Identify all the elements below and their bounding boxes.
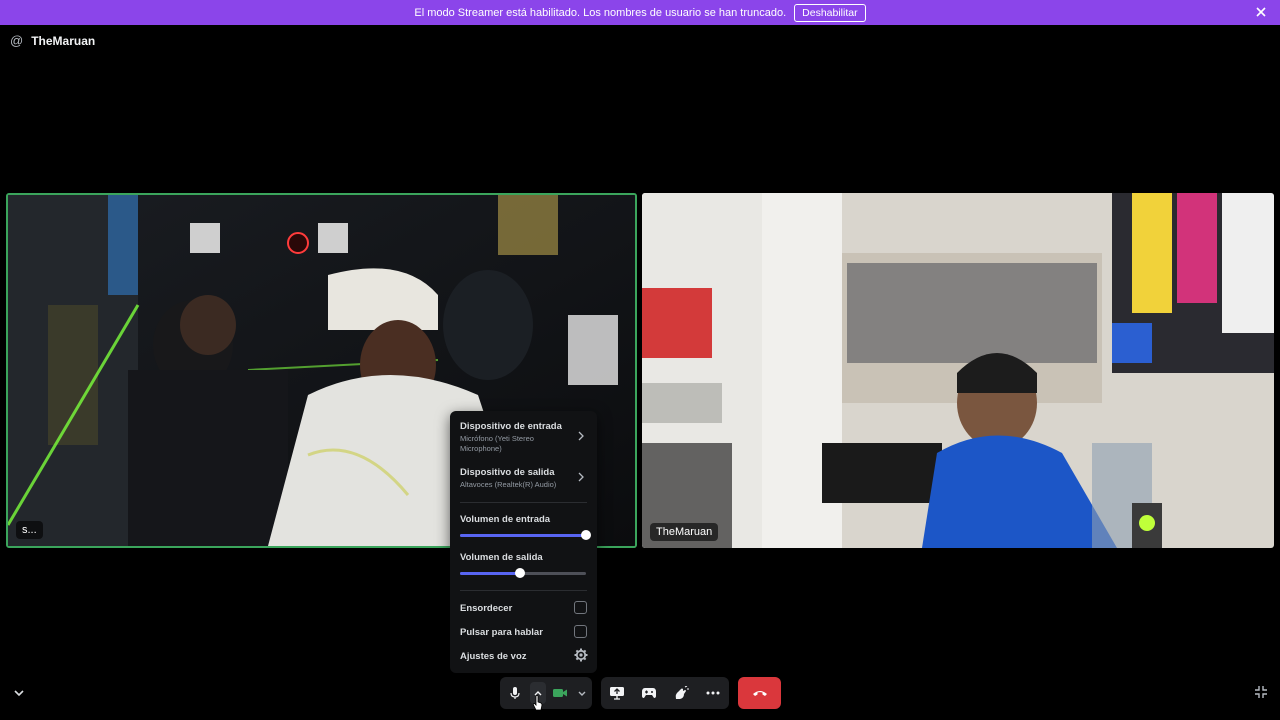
voice-settings-label: Ajustes de voz [460, 651, 527, 662]
gear-icon[interactable] [574, 648, 588, 662]
voice-settings-item[interactable]: Ajustes de voz [460, 648, 588, 662]
more-icon [706, 691, 720, 695]
at-icon: @ [10, 33, 24, 48]
chevron-right-icon [578, 472, 584, 482]
disable-streamer-button[interactable]: Deshabilitar [794, 3, 866, 22]
input-volume-fill [460, 534, 586, 537]
camera-icon [553, 689, 567, 697]
audio-settings-menu: Dispositivo de entrada Micrófono (Yeti S… [450, 411, 597, 673]
input-volume-label: Volumen de entrada [460, 514, 551, 525]
video-stream-right [642, 193, 1274, 548]
input-volume-knob[interactable] [581, 530, 591, 540]
channel-header: @ TheMaruan [10, 33, 95, 48]
input-device-title: Dispositivo de entrada [460, 421, 562, 432]
output-device-title: Dispositivo de salida [460, 467, 555, 478]
push-to-talk-label: Pulsar para hablar [460, 627, 543, 638]
push-to-talk-item[interactable]: Pulsar para hablar [460, 625, 587, 638]
deafen-checkbox[interactable] [574, 601, 587, 614]
participant-name-left: s... [16, 521, 43, 539]
channel-name: TheMaruan [31, 33, 96, 48]
hangup-icon [752, 691, 767, 696]
chevron-down-icon[interactable] [12, 686, 26, 700]
input-volume-label-row: Volumen de entrada [460, 514, 587, 525]
output-volume-slider[interactable] [460, 568, 586, 578]
output-volume-fill [460, 572, 521, 575]
screen-share-icon [610, 687, 624, 700]
video-options-button[interactable] [574, 677, 590, 709]
microphone-button[interactable] [500, 677, 530, 709]
chevron-right-icon [578, 431, 584, 441]
deafen-item[interactable]: Ensordecer [460, 601, 587, 614]
output-volume-label-row: Volumen de salida [460, 552, 587, 563]
menu-separator [460, 502, 587, 503]
screen-share-button[interactable] [601, 677, 633, 709]
video-tile-right[interactable]: TheMaruan [642, 193, 1274, 548]
deafen-label: Ensordecer [460, 603, 513, 614]
activity-controls [601, 677, 729, 709]
streamer-mode-banner: El modo Streamer está habilitado. Los no… [0, 0, 1280, 25]
input-device-item[interactable]: Dispositivo de entrada Micrófono (Yeti S… [460, 421, 587, 454]
participant-name-right: TheMaruan [650, 523, 719, 541]
disconnect-button[interactable] [738, 677, 781, 709]
close-icon[interactable] [1254, 5, 1268, 19]
mouse-cursor-icon [533, 695, 543, 711]
audio-video-controls [500, 677, 592, 709]
output-device-item[interactable]: Dispositivo de salida Altavoces (Realtek… [460, 467, 587, 490]
soundboard-button[interactable] [665, 677, 697, 709]
input-device-value: Micrófono (Yeti Stereo Microphone) [460, 434, 534, 453]
camera-button[interactable] [546, 677, 574, 709]
input-volume-slider[interactable] [460, 530, 591, 540]
output-device-value: Altavoces (Realtek(R) Audio) [460, 480, 557, 489]
fullscreen-icon[interactable] [1254, 685, 1268, 699]
activity-icon [642, 688, 656, 698]
soundboard-icon [675, 686, 689, 699]
push-to-talk-checkbox[interactable] [574, 625, 587, 638]
activity-button[interactable] [633, 677, 665, 709]
chevron-down-icon [578, 691, 586, 696]
banner-message: El modo Streamer está habilitado. Los no… [414, 6, 787, 19]
output-volume-label: Volumen de salida [460, 552, 543, 563]
microphone-icon [510, 687, 520, 699]
output-volume-knob[interactable] [515, 568, 526, 578]
more-options-button[interactable] [697, 677, 729, 709]
menu-separator [460, 590, 587, 591]
